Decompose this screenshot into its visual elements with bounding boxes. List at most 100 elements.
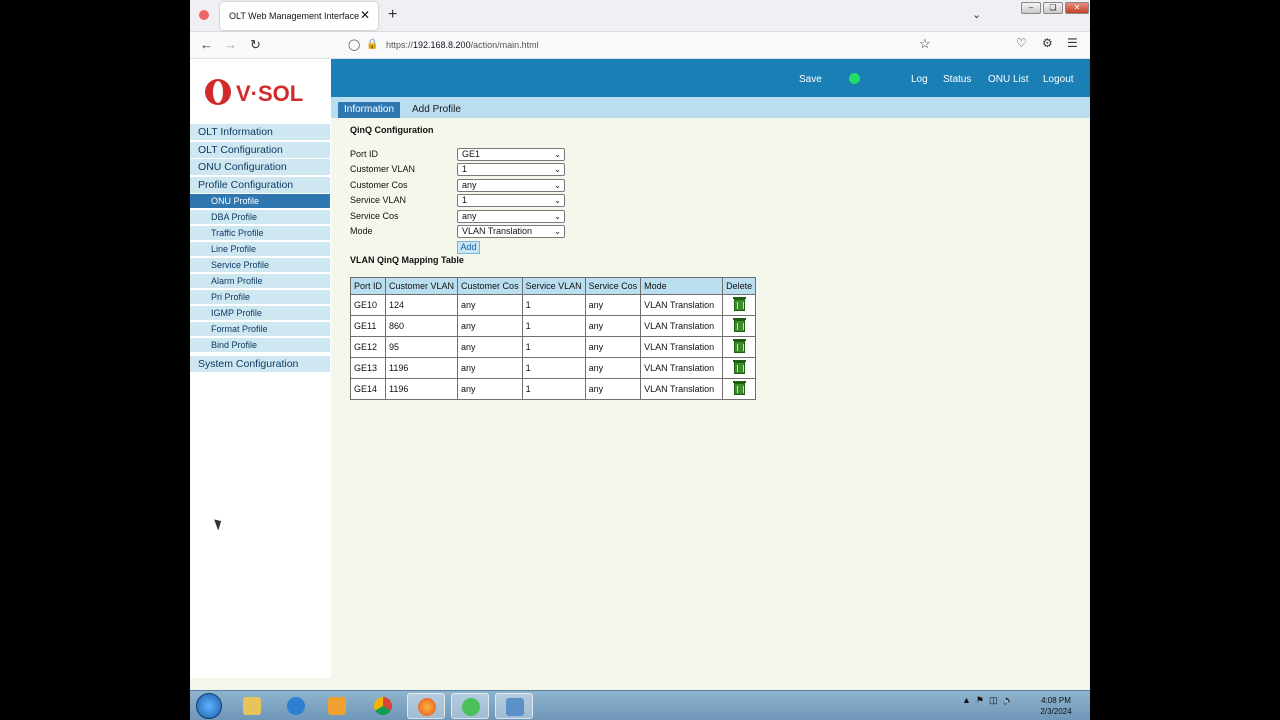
sidebar-subitem-pri-profile[interactable]: Pri Profile: [190, 290, 330, 304]
mode-select[interactable]: VLAN Translation ⌄: [457, 225, 565, 238]
customer-vlan-select[interactable]: 1 ⌄: [457, 163, 565, 176]
tab-add-profile[interactable]: Add Profile: [406, 102, 467, 118]
cell-service-vlan: 1: [521, 315, 586, 337]
back-icon[interactable]: ←: [200, 37, 213, 52]
restore-window-button[interactable]: ❏: [1043, 2, 1063, 14]
browser-nav-bar: ← → ↻ ◯ 🔒 https://192.168.8.200/action/m…: [190, 32, 1090, 59]
port-id-label: Port ID: [350, 149, 379, 159]
customer-cos-label: Customer Cos: [350, 180, 408, 190]
cell-delete: [722, 336, 757, 358]
cell-customer-cos: any: [457, 357, 523, 379]
firefox-view-icon[interactable]: [199, 10, 209, 20]
log-link[interactable]: Log: [911, 74, 928, 85]
cell-customer-vlan: 1196: [385, 357, 459, 379]
close-tab-icon[interactable]: ✕: [360, 8, 370, 22]
cell-mode: VLAN Translation: [640, 378, 724, 400]
taskbar-clock[interactable]: 4:08 PM 2/3/2024: [1034, 695, 1078, 717]
list-tabs-chevron-icon[interactable]: ⌄: [972, 8, 981, 21]
table-row: GE14 1196 any 1 any VLAN Translation: [349, 378, 757, 400]
sidebar-subitem-onu-profile[interactable]: ONU Profile: [190, 194, 330, 208]
web-page: V·SOL Save Log Status ONU List Logout In…: [190, 59, 1090, 690]
minimize-window-button[interactable]: –: [1021, 2, 1041, 14]
tracking-shield-icon[interactable]: ◯: [348, 35, 360, 55]
sidebar-item-system-configuration[interactable]: System Configuration: [190, 356, 330, 372]
tab-information[interactable]: Information: [338, 102, 401, 118]
port-id-value: GE1: [462, 149, 481, 159]
sidebar-item-olt-information[interactable]: OLT Information: [190, 124, 330, 140]
trash-icon[interactable]: [732, 360, 746, 374]
pocket-icon[interactable]: ♡: [1016, 36, 1027, 50]
bookmark-star-icon[interactable]: ☆: [919, 36, 931, 52]
vsol-logo-mark-icon: [205, 79, 231, 105]
status-led-icon: [849, 73, 860, 84]
taskbar: ▲ ⚑ ◫ 🔈 4:08 PM 2/3/2024: [190, 690, 1090, 720]
sidebar-item-profile-configuration[interactable]: Profile Configuration: [190, 177, 330, 193]
chevron-down-icon: ⌄: [554, 212, 561, 221]
sidebar-subitem-dba-profile[interactable]: DBA Profile: [190, 210, 330, 224]
chevron-down-icon: ⌄: [554, 196, 561, 205]
customer-cos-select[interactable]: any ⌄: [457, 179, 565, 192]
sidebar-subitem-igmp-profile[interactable]: IGMP Profile: [190, 306, 330, 320]
sidebar-subitem-line-profile[interactable]: Line Profile: [190, 242, 330, 256]
service-cos-select[interactable]: any ⌄: [457, 210, 565, 223]
forward-icon[interactable]: →: [224, 37, 237, 52]
tab-title: OLT Web Management Interface: [229, 11, 360, 21]
chrome-icon: [374, 697, 392, 715]
taskbar-clock-app[interactable]: [451, 693, 489, 719]
url-bar[interactable]: ◯ 🔒 https://192.168.8.200/action/main.ht…: [340, 35, 940, 55]
url-host: 192.168.8.200: [413, 40, 471, 50]
system-tray[interactable]: ▲ ⚑ ◫ 🔈: [962, 695, 1014, 706]
sidebar-subitem-bind-profile[interactable]: Bind Profile: [190, 338, 330, 352]
taskbar-explorer[interactable]: [233, 693, 271, 719]
windows-start-icon[interactable]: [196, 693, 222, 719]
cell-service-vlan: 1: [521, 378, 586, 400]
sidebar-item-olt-configuration[interactable]: OLT Configuration: [190, 142, 330, 158]
add-button[interactable]: Add: [457, 241, 480, 254]
reload-icon[interactable]: ↻: [250, 37, 261, 53]
col-customer-cos: Customer Cos: [457, 277, 523, 295]
close-window-button[interactable]: ✕: [1065, 2, 1089, 14]
port-id-select[interactable]: GE1 ⌄: [457, 148, 565, 161]
top-nav-bar: Save Log Status ONU List Logout: [331, 59, 1090, 97]
onu-list-link[interactable]: ONU List: [988, 74, 1029, 85]
cell-port-id: GE12: [349, 336, 387, 358]
trash-icon[interactable]: [732, 381, 746, 395]
lock-icon[interactable]: 🔒: [366, 35, 378, 55]
sidebar-subitem-service-profile[interactable]: Service Profile: [190, 258, 330, 272]
menu-hamburger-icon[interactable]: ☰: [1067, 36, 1078, 50]
cell-service-vlan: 1: [521, 357, 586, 379]
extensions-icon[interactable]: ⚙: [1042, 36, 1053, 50]
url-path: /action/main.html: [470, 40, 539, 50]
sidebar-subitem-format-profile[interactable]: Format Profile: [190, 322, 330, 336]
browser-tab[interactable]: OLT Web Management Interface ✕: [220, 2, 378, 30]
taskbar-firefox[interactable]: [407, 693, 445, 719]
taskbar-chrome[interactable]: [364, 693, 402, 719]
taskbar-network-app[interactable]: [495, 693, 533, 719]
customer-cos-value: any: [462, 180, 477, 190]
new-tab-button[interactable]: +: [388, 6, 397, 24]
service-vlan-select[interactable]: 1 ⌄: [457, 194, 565, 207]
trash-icon[interactable]: [732, 318, 746, 332]
cell-service-vlan: 1: [521, 294, 586, 316]
service-vlan-label: Service VLAN: [350, 195, 407, 205]
customer-vlan-label: Customer VLAN: [350, 164, 416, 174]
logout-link[interactable]: Logout: [1043, 74, 1074, 85]
save-link[interactable]: Save: [799, 74, 822, 85]
trash-icon[interactable]: [732, 297, 746, 311]
cell-service-vlan: 1: [521, 336, 586, 358]
service-cos-value: any: [462, 211, 477, 221]
trash-icon[interactable]: [732, 339, 746, 353]
taskbar-ie[interactable]: [277, 693, 315, 719]
cell-customer-vlan: 860: [385, 315, 459, 337]
status-link[interactable]: Status: [943, 74, 971, 85]
clock-date: 2/3/2024: [1040, 707, 1072, 716]
sidebar-subitem-alarm-profile[interactable]: Alarm Profile: [190, 274, 330, 288]
table-row: GE13 1196 any 1 any VLAN Translation: [349, 357, 757, 379]
clock-time: 4:08 PM: [1041, 696, 1071, 705]
cell-customer-vlan: 95: [385, 336, 459, 358]
taskbar-media-player[interactable]: [318, 693, 356, 719]
sidebar-item-onu-configuration[interactable]: ONU Configuration: [190, 159, 330, 175]
sidebar-subitem-traffic-profile[interactable]: Traffic Profile: [190, 226, 330, 240]
cell-port-id: GE14: [349, 378, 387, 400]
customer-vlan-value: 1: [462, 164, 468, 174]
